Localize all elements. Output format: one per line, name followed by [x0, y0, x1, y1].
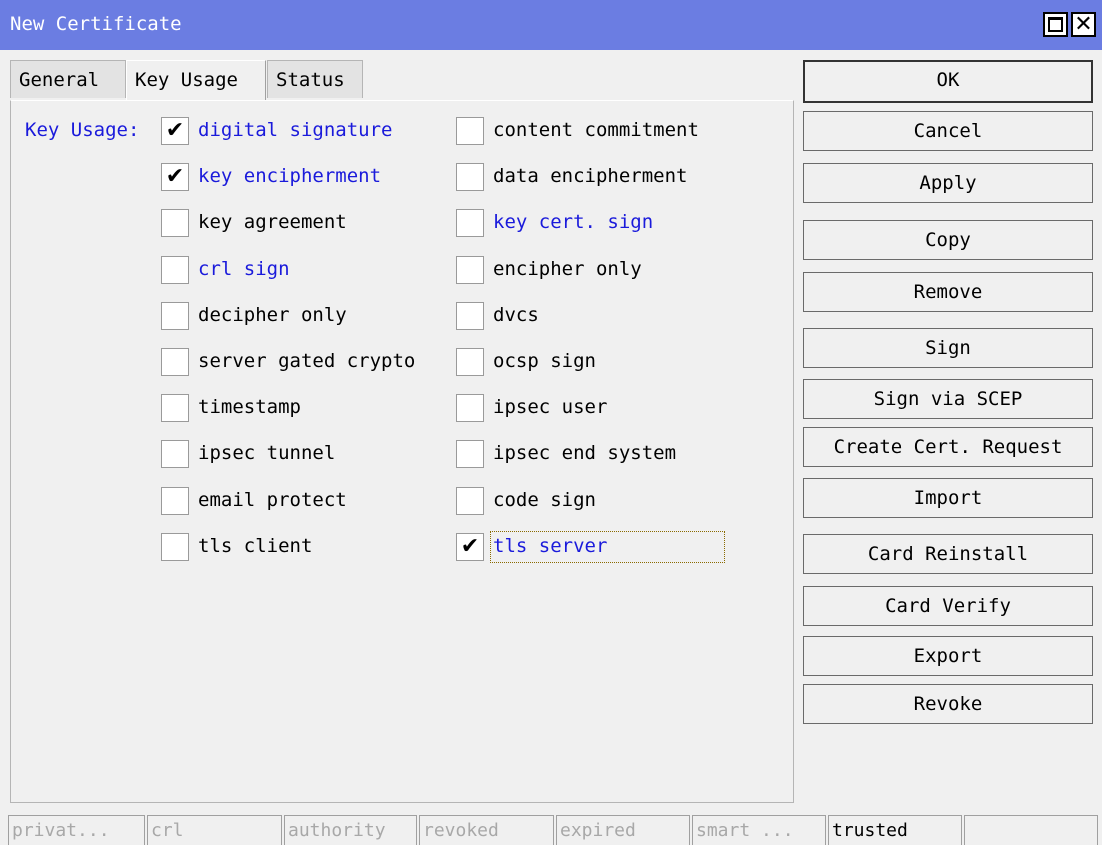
- checkbox-label: content commitment: [493, 119, 699, 141]
- window-title: New Certificate: [10, 13, 182, 35]
- import-button[interactable]: Import: [803, 478, 1093, 518]
- checkbox-tls-client[interactable]: [161, 533, 189, 561]
- cancel-button[interactable]: Cancel: [803, 111, 1093, 151]
- checkbox-crl-sign[interactable]: [161, 256, 189, 284]
- maximize-icon[interactable]: [1043, 12, 1068, 37]
- sign-button[interactable]: Sign: [803, 328, 1093, 368]
- copy-button[interactable]: Copy: [803, 220, 1093, 260]
- status-cell: privat...: [8, 815, 145, 845]
- key-usage-label: Key Usage:: [25, 119, 140, 141]
- checkbox-ipsec-user[interactable]: [456, 394, 484, 422]
- card-reinstall-button[interactable]: Card Reinstall: [803, 534, 1093, 574]
- remove-button[interactable]: Remove: [803, 272, 1093, 312]
- checkbox-label: ipsec tunnel: [198, 442, 336, 464]
- status-cell: trusted: [828, 815, 962, 845]
- apply-button[interactable]: Apply: [803, 163, 1093, 203]
- checkbox-timestamp[interactable]: [161, 394, 189, 422]
- checkbox-label: key agreement: [198, 211, 347, 233]
- status-cell: smart ...: [692, 815, 826, 845]
- checkbox-label: ipsec end system: [493, 442, 677, 464]
- tab-key-usage[interactable]: Key Usage: [126, 60, 266, 101]
- checkbox-label: data encipherment: [493, 165, 688, 187]
- checkbox-tls-server[interactable]: ✔: [456, 533, 484, 561]
- export-button[interactable]: Export: [803, 636, 1093, 676]
- sign-via-scep-button[interactable]: Sign via SCEP: [803, 379, 1093, 419]
- checkbox-label: key encipherment: [198, 165, 382, 187]
- checkbox-label: ocsp sign: [493, 350, 596, 372]
- checkbox-label: digital signature: [198, 119, 393, 141]
- checkbox-ipsec-end-system[interactable]: [456, 440, 484, 468]
- checkbox-label: ipsec user: [493, 396, 608, 418]
- checkbox-label: encipher only: [493, 258, 642, 280]
- status-cell: authority: [284, 815, 417, 845]
- checkbox-code-sign[interactable]: [456, 487, 484, 515]
- status-cell: revoked: [419, 815, 554, 845]
- close-icon[interactable]: ✕: [1071, 12, 1096, 37]
- checkbox-key-encipherment[interactable]: ✔: [161, 163, 189, 191]
- tab-general[interactable]: General: [10, 60, 126, 98]
- checkbox-label: code sign: [493, 489, 596, 511]
- checkbox-content-commitment[interactable]: [456, 117, 484, 145]
- checkbox-label: timestamp: [198, 396, 301, 418]
- ok-button[interactable]: OK: [803, 60, 1093, 103]
- checkbox-ipsec-tunnel[interactable]: [161, 440, 189, 468]
- checkbox-key-agreement[interactable]: [161, 209, 189, 237]
- checkbox-server-gated-crypto[interactable]: [161, 348, 189, 376]
- status-cell: crl: [147, 815, 282, 845]
- checkbox-label: dvcs: [493, 304, 539, 326]
- checkbox-data-encipherment[interactable]: [456, 163, 484, 191]
- revoke-button[interactable]: Revoke: [803, 684, 1093, 724]
- focus-ring: [490, 531, 725, 563]
- checkbox-label: key cert. sign: [493, 211, 654, 233]
- checkbox-label: server gated crypto: [198, 350, 416, 372]
- card-verify-button[interactable]: Card Verify: [803, 586, 1093, 626]
- title-bar: New Certificate ✕: [0, 0, 1102, 50]
- status-cell: expired: [556, 815, 690, 845]
- tab-status[interactable]: Status: [267, 60, 363, 98]
- key-usage-panel: [10, 100, 794, 803]
- status-cell: [964, 815, 1098, 845]
- checkbox-label: email protect: [198, 489, 347, 511]
- create-cert-request-button[interactable]: Create Cert. Request: [803, 427, 1093, 467]
- checkbox-decipher-only[interactable]: [161, 302, 189, 330]
- checkbox-label: tls client: [198, 535, 313, 557]
- checkbox-key-cert-sign[interactable]: [456, 209, 484, 237]
- checkbox-encipher-only[interactable]: [456, 256, 484, 284]
- checkbox-dvcs[interactable]: [456, 302, 484, 330]
- checkbox-label: decipher only: [198, 304, 347, 326]
- checkbox-email-protect[interactable]: [161, 487, 189, 515]
- checkbox-label: crl sign: [198, 258, 290, 280]
- checkbox-ocsp-sign[interactable]: [456, 348, 484, 376]
- checkbox-digital-signature[interactable]: ✔: [161, 117, 189, 145]
